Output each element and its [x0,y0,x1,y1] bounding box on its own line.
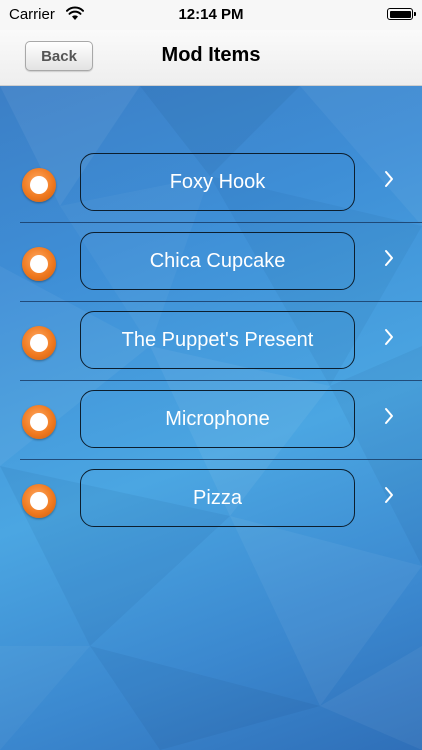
item-button[interactable]: Pizza [80,469,355,527]
radio-button-icon[interactable] [22,405,56,439]
chevron-right-icon [385,171,393,187]
radio-button-icon[interactable] [22,247,56,281]
item-button[interactable]: Foxy Hook [80,153,355,211]
battery-icon [387,8,416,20]
radio-button-icon[interactable] [22,168,56,202]
radio-button-icon[interactable] [22,326,56,360]
list-item[interactable]: Microphone [0,381,422,460]
status-time: 12:14 PM [178,6,244,23]
item-button[interactable]: Chica Cupcake [80,232,355,290]
chevron-right-icon [385,487,393,503]
item-button[interactable]: The Puppet's Present [80,311,355,369]
list-item[interactable]: Chica Cupcake [0,223,422,302]
item-list[interactable]: Foxy Hook Chica Cupcake The Puppet's Pre… [0,86,422,750]
list-item[interactable]: The Puppet's Present [0,302,422,381]
list-item[interactable]: Foxy Hook [0,144,422,223]
navigation-bar: Back Mod Items [0,30,422,86]
list-item[interactable]: Pizza [0,460,422,539]
radio-button-icon[interactable] [22,484,56,518]
chevron-right-icon [385,250,393,266]
item-button[interactable]: Microphone [80,390,355,448]
chevron-right-icon [385,329,393,345]
chevron-right-icon [385,408,393,424]
status-bar: Carrier 12:14 PM [0,0,422,30]
page-title: Mod Items [161,44,261,66]
